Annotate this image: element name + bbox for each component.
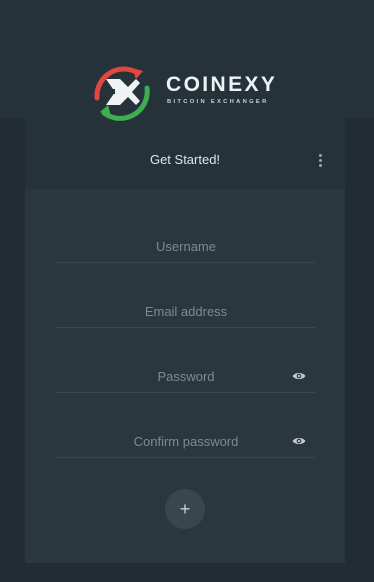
brand-name: COINEXY [166, 73, 278, 96]
confirm-password-input[interactable] [56, 425, 316, 457]
plus-icon: + [179, 499, 191, 519]
eye-icon[interactable] [292, 370, 306, 382]
menu-dot [318, 163, 322, 167]
password-field [56, 360, 316, 393]
menu-dot [318, 158, 322, 162]
email-field [56, 295, 316, 328]
brand-tagline: BITCOIN EXCHANGER [167, 99, 269, 105]
eye-icon[interactable] [292, 435, 306, 447]
email-input[interactable] [56, 295, 316, 327]
password-input[interactable] [56, 360, 316, 392]
more-vertical-icon[interactable] [310, 150, 330, 170]
menu-dot [318, 153, 322, 157]
username-field [56, 230, 316, 263]
confirm-password-field [56, 425, 316, 458]
add-button[interactable]: + [165, 489, 205, 529]
username-input[interactable] [56, 230, 316, 262]
coinexy-logo-icon [94, 66, 150, 121]
